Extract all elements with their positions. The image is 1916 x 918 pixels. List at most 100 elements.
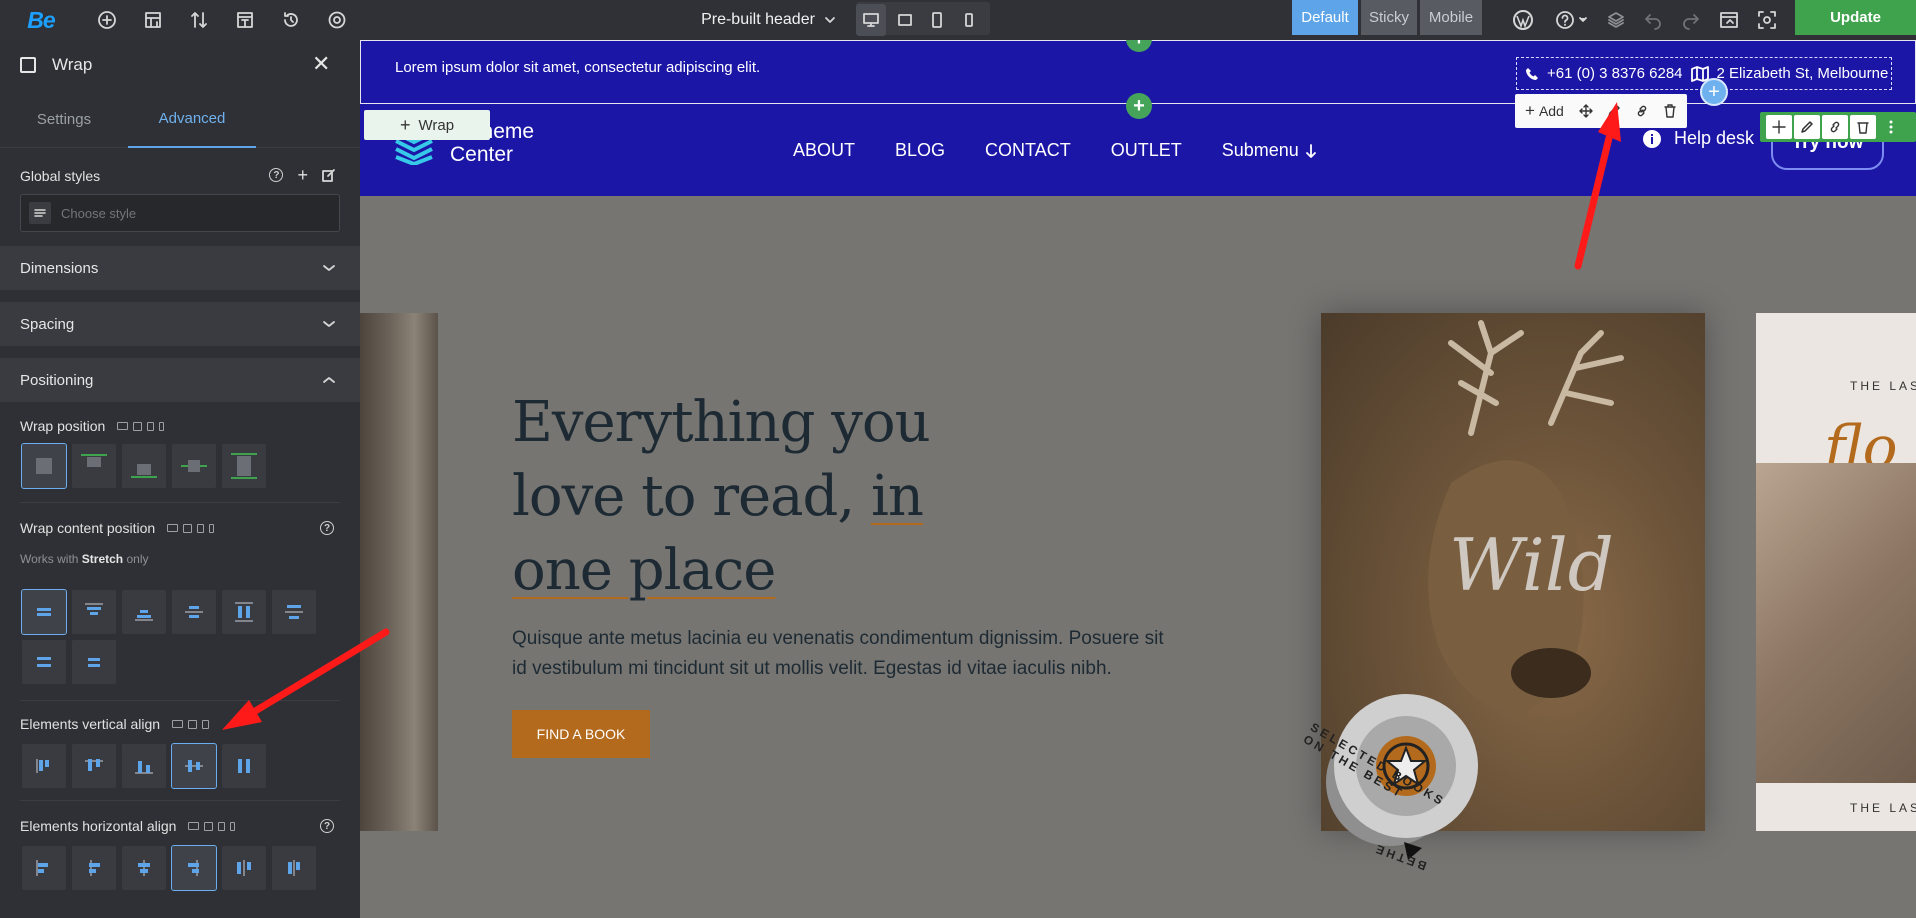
wrap-position-center-button[interactable] — [172, 444, 216, 488]
content-space-around-button[interactable] — [22, 640, 66, 684]
hero-paragraph[interactable]: Quisque ante metus lacinia eu venenatis … — [512, 624, 1172, 684]
settings-icon[interactable] — [324, 0, 350, 40]
section-label: Positioning — [20, 371, 94, 389]
options-sidebar: Wrap ✕ Settings Advanced Global styles ?… — [0, 40, 360, 918]
halign-space-around-button[interactable] — [272, 846, 316, 890]
section-positioning[interactable]: Positioning — [0, 358, 360, 402]
help-icon[interactable]: ? — [320, 819, 334, 833]
duplicate-icon[interactable] — [1822, 115, 1848, 139]
book-cover-image: THE LAS flo THE LAS — [1756, 313, 1916, 831]
edit-style-icon[interactable] — [322, 168, 336, 182]
edit-icon[interactable] — [1602, 99, 1626, 123]
close-icon[interactable]: ✕ — [312, 53, 330, 75]
laptop-icon[interactable] — [890, 4, 920, 36]
menu-item-blog[interactable]: BLOG — [895, 140, 945, 161]
tab-advanced[interactable]: Advanced — [128, 90, 256, 148]
content-stretch-button[interactable] — [222, 590, 266, 634]
wrap-label-tag[interactable]: + Wrap — [364, 110, 490, 140]
hero-heading[interactable]: Everything you love to read, in one plac… — [512, 386, 1032, 608]
valign-stretch-button[interactable] — [222, 744, 266, 788]
header-selector[interactable]: Pre-built header — [680, 0, 858, 40]
content-center-button[interactable] — [21, 589, 67, 635]
chevron-down-icon — [825, 17, 835, 23]
menu-item-about[interactable]: ABOUT — [793, 140, 855, 161]
section-dimensions[interactable]: Dimensions — [0, 246, 360, 290]
wordpress-icon[interactable] — [1510, 0, 1536, 40]
update-button[interactable]: Update — [1795, 0, 1916, 35]
sort-icon[interactable] — [186, 0, 212, 40]
layout-icon[interactable] — [140, 0, 166, 40]
preview-icon[interactable] — [1716, 0, 1742, 40]
plus-icon: + — [399, 115, 411, 135]
halign-end-button[interactable] — [171, 845, 217, 891]
tablet-icon[interactable] — [922, 4, 952, 36]
valign-bottom-button[interactable] — [122, 744, 166, 788]
section-toolbar — [1760, 112, 1916, 142]
delete-icon[interactable] — [1658, 99, 1682, 123]
elements-vertical-align-group: Elements vertical align — [20, 716, 210, 732]
mobile-icon[interactable] — [954, 4, 984, 36]
chevron-down-icon — [323, 265, 335, 271]
undo-icon[interactable] — [1640, 0, 1666, 40]
move-icon[interactable] — [1766, 115, 1792, 139]
valign-start-button[interactable] — [72, 744, 116, 788]
phone-icon — [1526, 67, 1538, 80]
help-icon[interactable]: ? — [320, 521, 334, 535]
add-element-icon[interactable]: + — [1700, 78, 1728, 106]
section-label: Dimensions — [20, 259, 99, 277]
wrap-position-stretch-button[interactable] — [222, 444, 266, 488]
add-element-button[interactable]: + Add — [1525, 102, 1564, 119]
menu-item-submenu[interactable]: Submenu — [1222, 140, 1317, 161]
top-bar-text: Lorem ipsum dolor sit amet, consectetur … — [395, 59, 761, 76]
style-select[interactable] — [20, 194, 340, 232]
screenshot-icon[interactable] — [1754, 0, 1780, 40]
move-icon[interactable] — [1574, 99, 1598, 123]
add-style-icon[interactable]: + — [297, 166, 308, 184]
content-space-between-button[interactable] — [272, 590, 316, 634]
add-icon[interactable] — [94, 0, 120, 40]
content-space-evenly-button[interactable] — [72, 640, 116, 684]
state-sticky-button[interactable]: Sticky — [1361, 0, 1417, 35]
more-icon[interactable] — [1878, 115, 1904, 139]
menu-item-outlet[interactable]: OUTLET — [1111, 140, 1182, 161]
wrap-position-top-button[interactable] — [72, 444, 116, 488]
redo-icon[interactable] — [1678, 0, 1704, 40]
section-spacing[interactable]: Spacing — [0, 302, 360, 346]
wrap-position-default-button[interactable] — [21, 443, 67, 489]
template-icon[interactable] — [232, 0, 258, 40]
state-mobile-button[interactable]: Mobile — [1420, 0, 1482, 35]
help-desk-label: Help desk — [1674, 128, 1755, 148]
content-middle-button[interactable] — [172, 590, 216, 634]
edit-icon[interactable] — [1794, 115, 1820, 139]
wrap-position-options — [21, 443, 266, 489]
style-input[interactable] — [61, 205, 301, 221]
halign-left-button[interactable] — [22, 846, 66, 890]
duplicate-icon[interactable] — [1630, 99, 1654, 123]
add-section-icon[interactable]: + — [1126, 93, 1152, 119]
wrap-checkbox-icon[interactable] — [20, 57, 36, 73]
main-menu: ABOUT BLOG CONTACT OUTLET Submenu — [793, 140, 1317, 161]
help-desk-link[interactable]: Help desk — [1642, 128, 1754, 149]
halign-space-between-button[interactable] — [222, 846, 266, 890]
content-top-button[interactable] — [72, 590, 116, 634]
desktop-icon[interactable] — [856, 4, 886, 36]
delete-icon[interactable] — [1850, 115, 1876, 139]
help-icon[interactable] — [1552, 0, 1592, 40]
builder-canvas: Lorem ipsum dolor sit amet, consectetur … — [360, 40, 1916, 918]
halign-center-button[interactable] — [122, 846, 166, 890]
sidebar-header: Wrap — [0, 40, 360, 90]
address: 2 Elizabeth St, Melbourne — [1716, 65, 1889, 82]
history-icon[interactable] — [278, 0, 304, 40]
layers-icon[interactable] — [1603, 0, 1629, 40]
help-icon[interactable]: ? — [269, 168, 284, 182]
valign-center-button[interactable] — [171, 743, 217, 789]
wrap-position-bottom-button[interactable] — [122, 444, 166, 488]
state-default-button[interactable]: Default — [1292, 0, 1358, 35]
find-book-button[interactable]: FIND A BOOK — [512, 710, 650, 758]
betheme-logo[interactable]: Be — [26, 0, 56, 40]
valign-top-button[interactable] — [22, 744, 66, 788]
menu-item-contact[interactable]: CONTACT — [985, 140, 1071, 161]
tab-settings[interactable]: Settings — [0, 90, 128, 148]
halign-start-button[interactable] — [72, 846, 116, 890]
content-bottom-button[interactable] — [122, 590, 166, 634]
